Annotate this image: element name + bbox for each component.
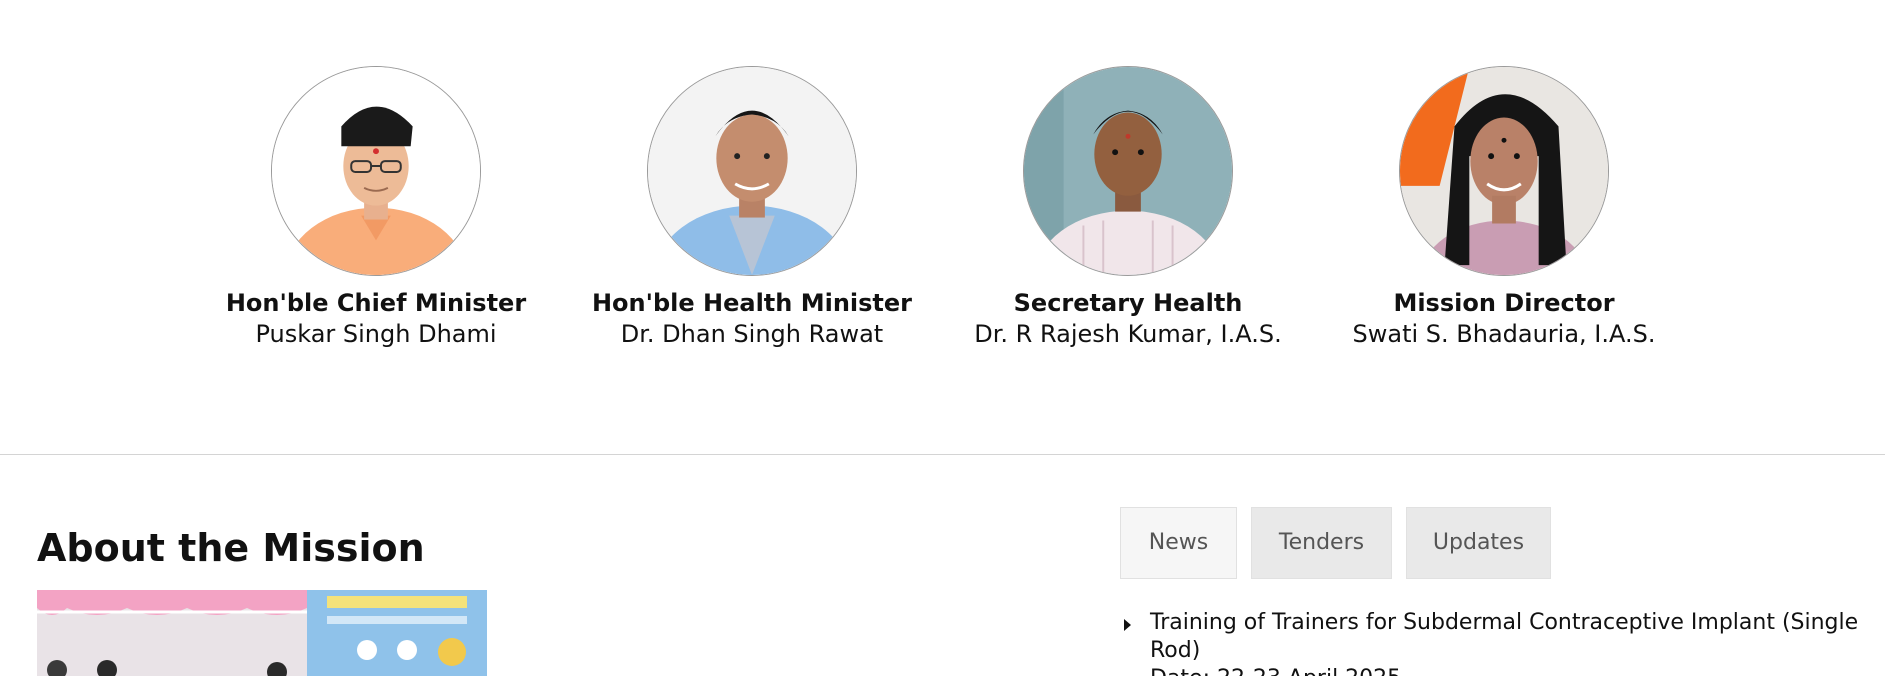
news-item-title-link[interactable]: Training of Trainers for Subdermal Contr… xyxy=(1150,609,1864,665)
news-item-date: Date: 22-23 April 2025 xyxy=(1150,665,1864,676)
caret-right-icon xyxy=(1124,619,1131,631)
news-list-item: Training of Trainers for Subdermal Contr… xyxy=(1124,609,1864,676)
portrait-photo-icon xyxy=(1024,67,1232,275)
leader-card-health-minister: Hon'ble Health Minister Dr. Dhan Singh R… xyxy=(572,66,932,350)
section-divider xyxy=(0,454,1885,455)
tab-updates[interactable]: Updates xyxy=(1406,507,1551,579)
leader-photo-chief-minister xyxy=(271,66,481,276)
leader-name: Swati S. Bhadauria, I.A.S. xyxy=(1352,320,1656,348)
leader-role: Hon'ble Chief Minister xyxy=(225,289,527,317)
about-mission-image xyxy=(37,590,487,676)
leader-name: Dr. Dhan Singh Rawat xyxy=(620,320,884,348)
news-item-content: Training of Trainers for Subdermal Contr… xyxy=(1150,609,1864,676)
leader-role: Hon'ble Health Minister xyxy=(591,289,913,317)
leader-role: Secretary Health xyxy=(1013,289,1243,317)
leader-card-mission-director: Mission Director Swati S. Bhadauria, I.A… xyxy=(1324,66,1684,350)
leader-photo-health-minister xyxy=(647,66,857,276)
leader-photo-mission-director xyxy=(1399,66,1609,276)
leaders-section: Hon'ble Chief Minister Puskar Singh Dham… xyxy=(0,0,1885,454)
leader-card-secretary-health: Secretary Health Dr. R Rajesh Kumar, I.A… xyxy=(948,66,1308,350)
leader-name: Dr. R Rajesh Kumar, I.A.S. xyxy=(974,320,1282,348)
portrait-photo-icon xyxy=(1400,67,1608,275)
leader-name: Puskar Singh Dhami xyxy=(255,320,497,348)
portrait-photo-icon xyxy=(272,67,480,275)
event-photo-icon xyxy=(37,590,487,676)
portrait-photo-icon xyxy=(648,67,856,275)
page: Hon'ble Chief Minister Puskar Singh Dham… xyxy=(0,0,1885,676)
about-mission-heading: About the Mission xyxy=(37,526,425,570)
tab-news[interactable]: News xyxy=(1120,507,1237,579)
tab-tenders[interactable]: Tenders xyxy=(1251,507,1392,579)
leader-card-chief-minister: Hon'ble Chief Minister Puskar Singh Dham… xyxy=(196,66,556,350)
leader-role: Mission Director xyxy=(1393,289,1615,317)
leader-photo-secretary-health xyxy=(1023,66,1233,276)
